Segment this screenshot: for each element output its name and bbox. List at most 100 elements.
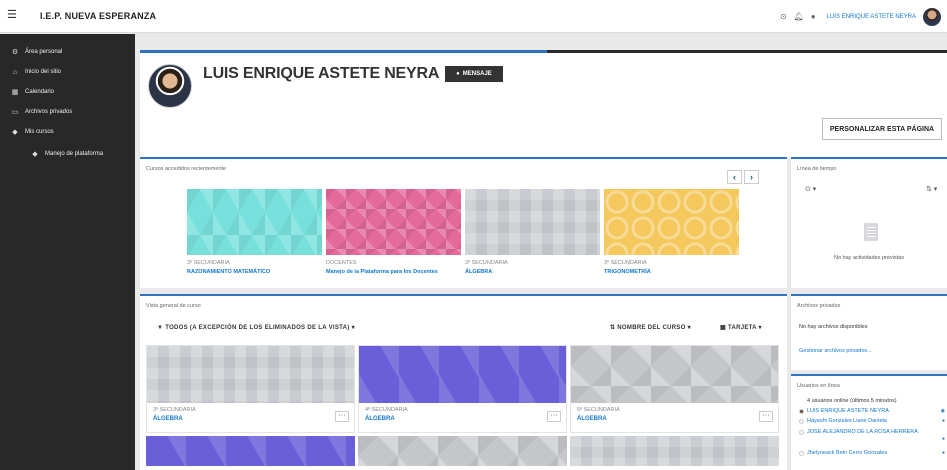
- next-button[interactable]: ›: [744, 170, 759, 184]
- chevron-down-icon: ▾: [349, 325, 355, 331]
- course-image[interactable]: [326, 189, 461, 255]
- file-icon: ▭: [11, 109, 19, 116]
- manage-files-link[interactable]: Gestionar archivos privados...: [799, 348, 872, 354]
- course-image[interactable]: [147, 346, 354, 403]
- course-menu-button[interactable]: ···: [335, 411, 349, 422]
- filter-icon: ▼: [157, 325, 166, 331]
- course-card[interactable]: 5º SECUNDARIA ÁLGEBRA ···: [570, 345, 779, 433]
- message-button[interactable]: ● MENSAJE: [445, 66, 503, 82]
- filter-label: TODOS (A EXCEPCIÓN DE LOS ELIMINADOS DE …: [165, 325, 350, 331]
- course-name[interactable]: ÁLGEBRA: [153, 416, 183, 422]
- list-item[interactable]: Hayashi Gonzales Liane Daniela ●: [799, 418, 945, 424]
- chevron-down-icon: ▾: [756, 325, 762, 331]
- course-menu-button[interactable]: ···: [547, 411, 561, 422]
- view-dropdown[interactable]: ▦ TARJETA ▾: [720, 324, 762, 331]
- avatar: [799, 450, 804, 456]
- site-name[interactable]: I.E.P. NUEVA ESPERANZA: [40, 11, 156, 21]
- empty-message: No hay archivos disponibles: [799, 324, 868, 330]
- user-name[interactable]: Jhelyneack Bein Cerro Gonzales: [807, 450, 887, 456]
- filter-dropdown[interactable]: ▼ TODOS (A EXCEPCIÓN DE LOS ELIMINADOS D…: [157, 324, 355, 331]
- graduation-cap-icon: ◆: [32, 151, 38, 158]
- sort-dropdown[interactable]: ⇅ NOMBRE DEL CURSO ▾: [610, 324, 691, 331]
- sidebar-item-manejo[interactable]: ◆ Manejo de plataforma: [0, 146, 135, 162]
- course-image[interactable]: [571, 346, 778, 403]
- user-name-link[interactable]: LUIS ENRIQUE ASTETE NEYRA: [827, 14, 916, 20]
- message-button-label: MENSAJE: [462, 71, 492, 77]
- sidebar-item-label: Área personal: [25, 49, 63, 55]
- course-image[interactable]: [604, 189, 739, 255]
- home-icon: ⌂: [12, 68, 18, 76]
- sort-label: NOMBRE DEL CURSO: [617, 325, 686, 331]
- sort-dropdown[interactable]: ⇅ ▾: [926, 185, 937, 193]
- avatar[interactable]: [923, 7, 941, 26]
- course-name[interactable]: TRIGONOMETRÍA: [604, 269, 739, 275]
- list-item[interactable]: LUIS ENRIQUE ASTETE NEYRA ◉: [799, 408, 945, 414]
- sidebar-item-calendario[interactable]: ▦ Calendario: [0, 84, 135, 100]
- course-card[interactable]: 3º SECUNDARIA TRIGONOMETRÍA: [604, 189, 739, 275]
- sidebar-item-area-personal[interactable]: ⚙ Área personal: [0, 44, 135, 60]
- course-category: 3º SECUNDARIA: [153, 407, 196, 413]
- course-card[interactable]: 3º SECUNDARIA RAZONAMIENTO MATEMÁTICO: [187, 189, 322, 275]
- user-name[interactable]: Hayashi Gonzales Liane Daniela: [807, 418, 887, 424]
- course-card[interactable]: 3º SECUNDARIA ÁLGEBRA ···: [146, 345, 355, 433]
- course-image[interactable]: [359, 346, 566, 403]
- course-menu-button[interactable]: ···: [759, 411, 773, 422]
- sidebar-item-inicio[interactable]: ⌂ Inicio del sitio: [0, 64, 135, 80]
- user-name[interactable]: JOSE ALEJANDRO DE LA ROSA HERRERA: [807, 429, 918, 435]
- calendar-icon: ▦: [11, 89, 19, 96]
- view-label: TARJETA: [727, 325, 757, 331]
- sidebar-item-mis-cursos[interactable]: ◆ Mis cursos: [0, 124, 135, 140]
- list-item[interactable]: JOSE ALEJANDRO DE LA ROSA HERRERA ●: [799, 429, 945, 442]
- customize-page-button[interactable]: PERSONALIZAR ESTA PÁGINA: [822, 118, 942, 140]
- course-name[interactable]: RAZONAMIENTO MATEMÁTICO: [187, 269, 322, 275]
- course-image[interactable]: [570, 436, 779, 466]
- page-title: LUIS ENRIQUE ASTETE NEYRA: [203, 65, 440, 82]
- course-card[interactable]: 4º SECUNDARIA ÁLGEBRA ···: [358, 345, 567, 433]
- course-category: 3º SECUNDARIA: [187, 260, 230, 266]
- list-item[interactable]: Jhelyneack Bein Cerro Gonzales ●: [799, 450, 945, 456]
- course-card[interactable]: 3º SECUNDARIA ÁLGEBRA: [465, 189, 600, 275]
- course-category: 5º SECUNDARIA: [577, 407, 620, 413]
- timeline-block: Línea de tiempo ⊙ ▾ ⇅ ▾ No hay actividad…: [791, 157, 947, 288]
- course-category: DOCENTES: [326, 260, 357, 266]
- chat-icon[interactable]: ●: [811, 12, 816, 21]
- sidebar-item-label: Calendario: [25, 89, 55, 95]
- course-category: 4º SECUNDARIA: [365, 407, 408, 413]
- course-name[interactable]: Manejo de la Plataforma para los Docente…: [326, 269, 461, 275]
- bell-icon[interactable]: 🔔︎: [794, 12, 804, 21]
- dashboard-icon: ⚙: [11, 49, 19, 56]
- course-category: 3º SECUNDARIA: [465, 260, 508, 266]
- avatar: [799, 408, 804, 414]
- chat-icon[interactable]: ●: [942, 418, 945, 424]
- hamburger-icon[interactable]: ☰: [7, 9, 21, 21]
- sidebar-item-label: Manejo de plataforma: [45, 151, 104, 157]
- course-image[interactable]: [146, 436, 355, 466]
- course-category: 3º SECUNDARIA: [604, 260, 647, 266]
- user-name[interactable]: LUIS ENRIQUE ASTETE NEYRA: [807, 408, 889, 414]
- main-region: LUIS ENRIQUE ASTETE NEYRA ● MENSAJE PERSO…: [140, 34, 947, 470]
- course-name[interactable]: ÁLGEBRA: [365, 416, 395, 422]
- eye-icon[interactable]: ◉: [941, 408, 945, 414]
- clock-icon[interactable]: ⊙: [780, 12, 787, 21]
- prev-button[interactable]: ‹: [727, 170, 742, 184]
- course-name[interactable]: ÁLGEBRA: [577, 416, 607, 422]
- empty-list-icon: [864, 223, 878, 241]
- recent-courses-block: Cursos accedidos recientemente ‹ › 3º SE…: [140, 157, 787, 288]
- online-summary: 4 usuarios online (últimos 5 minutos): [807, 398, 897, 404]
- private-files-block: Archivos privados No hay archivos dispon…: [791, 294, 947, 370]
- course-name[interactable]: ÁLGEBRA: [465, 269, 600, 275]
- course-image[interactable]: [187, 189, 322, 255]
- course-card[interactable]: DOCENTES Manejo de la Plataforma para lo…: [326, 189, 461, 275]
- user-menu: ⊙ 🔔︎ ● LUIS ENRIQUE ASTETE NEYRA: [780, 0, 947, 33]
- sidebar-item-archivos[interactable]: ▭ Archivos privados: [0, 104, 135, 120]
- course-image[interactable]: [465, 189, 600, 255]
- clock-dropdown[interactable]: ⊙ ▾: [805, 185, 816, 193]
- online-users-block: Usuarios en línea 4 usuarios online (últ…: [791, 374, 947, 470]
- chat-icon[interactable]: ●: [942, 450, 945, 456]
- divider: [140, 50, 547, 53]
- chat-icon: ●: [456, 71, 460, 77]
- block-title: Línea de tiempo: [797, 166, 837, 172]
- chat-icon[interactable]: ●: [942, 436, 945, 442]
- sidebar-item-label: Inicio del sitio: [25, 69, 62, 75]
- course-image[interactable]: [358, 436, 567, 466]
